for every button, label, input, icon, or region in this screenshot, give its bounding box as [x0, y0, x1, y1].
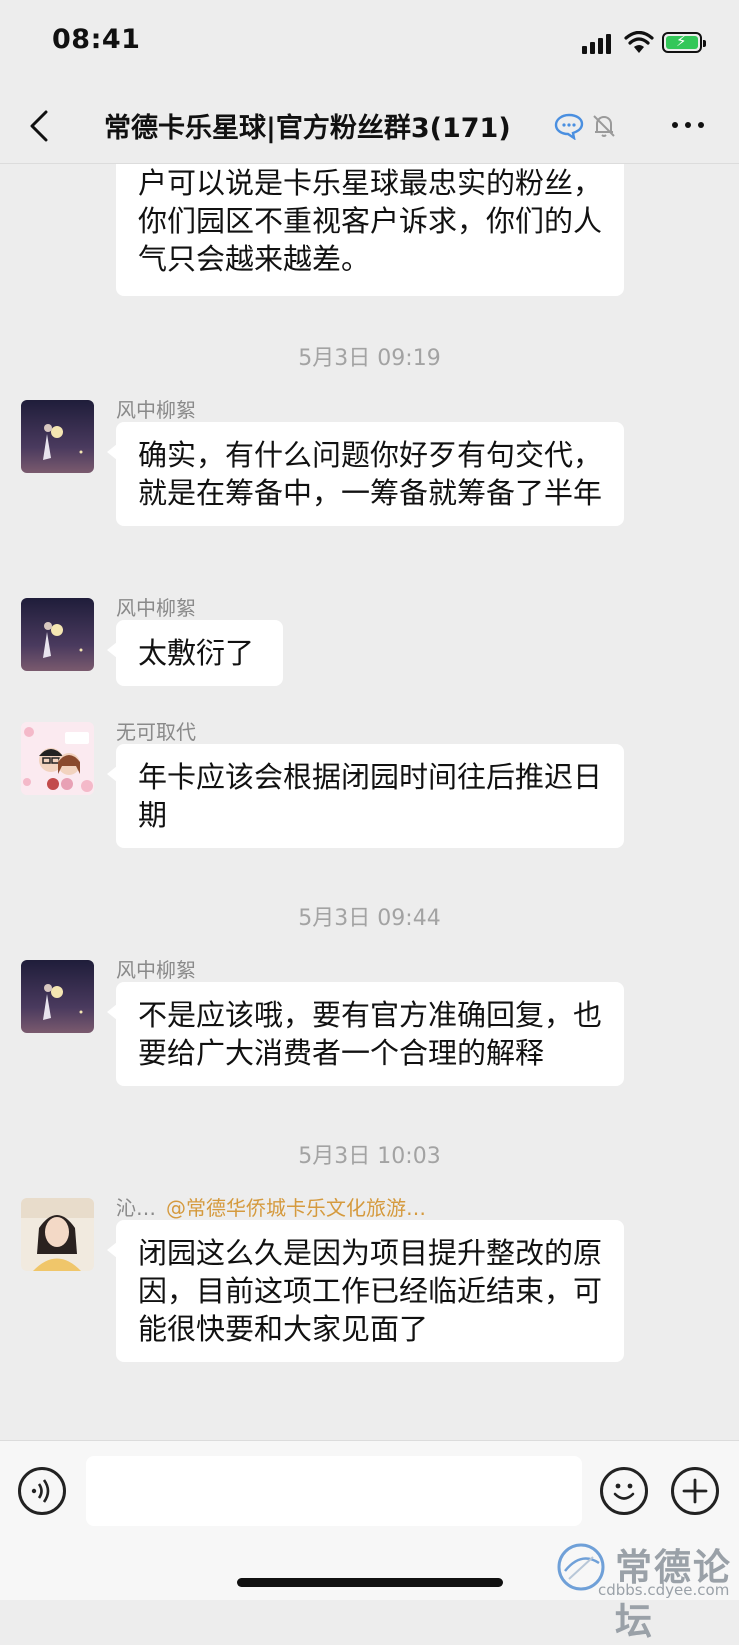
avatar[interactable] — [21, 598, 94, 671]
message-input[interactable] — [86, 1456, 582, 1526]
status-time: 08:41 — [52, 24, 141, 55]
avatar[interactable] — [21, 1198, 94, 1271]
timestamp: 5月3日 09:44 — [298, 906, 441, 931]
voice-icon — [31, 1479, 50, 1503]
sender-name: 风中柳絮 — [116, 596, 196, 620]
timestamp: 5月3日 09:19 — [298, 346, 441, 371]
add-more-button[interactable] — [671, 1467, 719, 1515]
message-text: 户可以说是卡乐星球最忠实的粉丝，你们园区不重视客户诉求，你们的人气只会越来越差。 — [138, 166, 603, 276]
home-indicator — [237, 1578, 503, 1587]
avatar[interactable] — [21, 960, 94, 1033]
message-text: 太敷衍了 — [138, 636, 255, 670]
more-options-button[interactable] — [672, 122, 704, 128]
sender-name: 风中柳絮 — [116, 398, 196, 422]
avatar[interactable] — [21, 722, 94, 795]
watermark: 常德论坛 cdbbs.cdyee.com — [555, 1535, 739, 1643]
sender-name: 无可取代 — [116, 720, 196, 744]
message-text: 不是应该哦，要有官方准确回复，也要给广大消费者一个合理的解释 — [138, 998, 603, 1070]
message-text: 年卡应该会根据闭园时间往后推迟日期 — [138, 760, 603, 832]
voice-input-button[interactable] — [18, 1467, 66, 1515]
message-text: 闭园这么久是因为项目提升整改的原因，目前这项工作已经临近结束，可能很快要和大家见… — [138, 1236, 603, 1346]
mention-tag[interactable]: @常德华侨城卡乐文化旅游… — [166, 1196, 426, 1220]
message-bubble[interactable]: 不是应该哦，要有官方准确回复，也要给广大消费者一个合理的解释 — [107, 982, 624, 1086]
message-bubble[interactable]: 户可以说是卡乐星球最忠实的粉丝，你们园区不重视客户诉求，你们的人气只会越来越差。 — [116, 164, 624, 296]
sender-name: 风中柳絮 — [116, 958, 196, 982]
chat-messages: 户可以说是卡乐星球最忠实的粉丝，你们园区不重视客户诉求，你们的人气只会越来越差。… — [0, 164, 739, 1440]
chat-header: 常德卡乐星球|官方粉丝群3(171) — [0, 88, 739, 164]
avatar[interactable] — [21, 400, 94, 473]
plus-icon — [682, 1478, 708, 1504]
wifi-icon — [624, 31, 654, 53]
emoji-icon — [613, 1483, 635, 1500]
watermark-url: cdbbs.cdyee.com — [598, 1581, 730, 1599]
message-bubble[interactable]: 闭园这么久是因为项目提升整改的原因，目前这项工作已经临近结束，可能很快要和大家见… — [107, 1220, 624, 1362]
back-chevron-icon[interactable] — [22, 106, 58, 146]
mute-bell-icon — [593, 115, 615, 137]
message-bubble[interactable]: 太敷衍了 — [107, 620, 283, 686]
status-bar: 08:41 ⚡ — [0, 0, 739, 88]
battery-charging-icon: ⚡ — [662, 32, 706, 53]
message-bubble[interactable]: 确实，有什么问题你好歹有句交代，就是在筹备中，一筹备就筹备了半年 — [107, 422, 624, 526]
sender-name: 沁… @常德华侨城卡乐文化旅游… — [116, 1192, 426, 1221]
message-bubble[interactable]: 年卡应该会根据闭园时间往后推迟日期 — [107, 744, 624, 848]
chat-title: 常德卡乐星球|官方粉丝群3(171) — [104, 113, 511, 144]
title-status-icons — [554, 112, 618, 140]
emoji-button[interactable] — [600, 1467, 648, 1515]
sender-name-text: 沁… — [116, 1196, 156, 1220]
message-text: 确实，有什么问题你好歹有句交代，就是在筹备中，一筹备就筹备了半年 — [138, 438, 603, 510]
timestamp: 5月3日 10:03 — [298, 1144, 441, 1169]
cellular-signal-icon — [582, 34, 611, 54]
chat-bubble-icon — [554, 113, 584, 140]
